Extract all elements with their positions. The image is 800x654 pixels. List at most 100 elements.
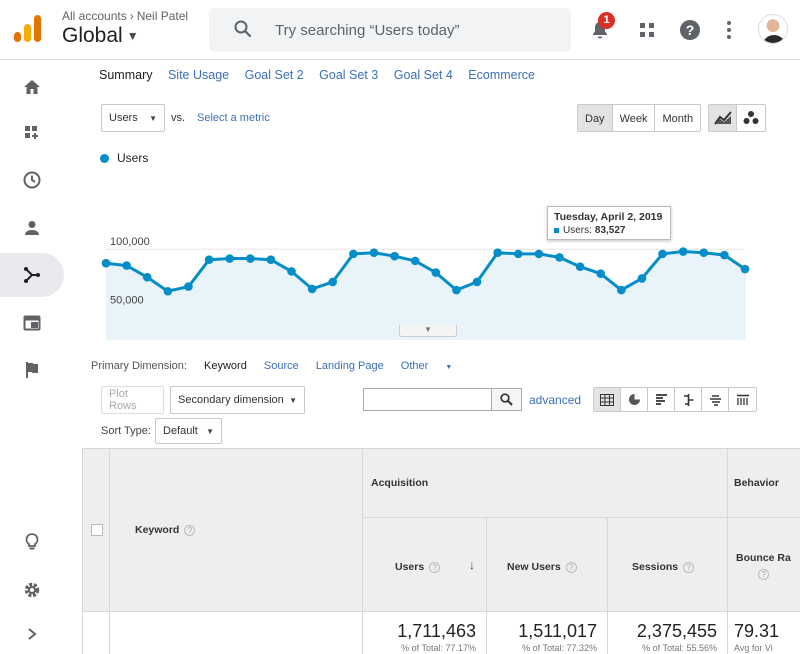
help-icon[interactable]: ? [184, 524, 196, 536]
view-performance-button[interactable] [648, 388, 675, 411]
data-point [266, 255, 276, 265]
chart-collapse-handle[interactable]: ▼ [399, 325, 457, 337]
tab-goal-set-3[interactable]: Goal Set 3 [319, 68, 378, 82]
data-point [452, 285, 461, 295]
nav-audience[interactable] [0, 206, 64, 250]
dimension-other[interactable]: Other ▼ [401, 360, 467, 372]
dimension-source[interactable]: Source [264, 360, 299, 372]
avatar[interactable] [758, 14, 788, 44]
view-pivot-button[interactable] [729, 388, 756, 411]
nav-conversions[interactable] [0, 348, 64, 392]
notifications-button[interactable]: 1 [586, 12, 615, 44]
keyword-column-header[interactable]: Keyword? [109, 448, 363, 612]
acquisition-icon [24, 267, 40, 283]
nav-behavior[interactable] [0, 301, 64, 345]
data-point [245, 254, 255, 263]
help-icon[interactable]: ? [565, 561, 577, 573]
range-month-button[interactable]: Month [655, 105, 700, 131]
data-point [596, 269, 606, 279]
search-bar[interactable] [209, 8, 571, 52]
top-bar: All accounts›Neil Patel Global▼ 1 ? [0, 0, 800, 60]
tab-site-usage[interactable]: Site Usage [168, 68, 229, 82]
users-total: 1,711,463 [397, 621, 476, 641]
data-point [163, 286, 173, 296]
motion-chart-button[interactable] [737, 105, 765, 131]
view-data-button[interactable] [594, 388, 621, 411]
dimension-landing-page[interactable]: Landing Page [316, 360, 384, 372]
dimension-keyword[interactable]: Keyword [204, 360, 247, 372]
data-point [142, 272, 152, 282]
select-metric-link[interactable]: Select a metric [197, 112, 270, 124]
bounce-rate-total: 79.31 [734, 621, 780, 641]
property-selector[interactable]: Global ▼ [62, 24, 139, 48]
advanced-filter-link[interactable]: advanced [529, 393, 581, 407]
data-point [658, 249, 667, 259]
users-total-cell: 1,711,463 % of Total: 77.17% [362, 611, 487, 654]
users-chart[interactable]: 100,00050,000 ...Mar 10Mar 14Mar 18Mar 2… [64, 160, 800, 340]
acquisition-group-header: Acquisition [362, 448, 728, 518]
data-point [225, 254, 234, 263]
analytics-logo-icon[interactable] [14, 14, 42, 44]
tab-goal-set-2[interactable]: Goal Set 2 [245, 68, 304, 82]
view-comparison-button[interactable] [675, 388, 702, 411]
bounce-rate-column-header[interactable]: Bounce Ra ? [727, 517, 800, 612]
more-options-button[interactable] [715, 16, 743, 44]
pivot-icon [736, 394, 749, 405]
chart-tooltip: Tuesday, April 2, 2019 Users: 83,527 [547, 206, 671, 240]
chart-type-toggle [708, 104, 766, 132]
primary-dimension-bar: Primary Dimension: Keyword Source Landin… [91, 360, 480, 372]
plot-rows-button[interactable]: Plot Rows [101, 386, 164, 414]
search-input[interactable] [275, 16, 555, 44]
nav-acquisition[interactable] [0, 253, 64, 297]
totals-keyword-cell [109, 611, 363, 654]
data-point [575, 262, 585, 272]
data-point [328, 277, 338, 287]
table-search-input[interactable] [364, 389, 490, 410]
breadcrumb[interactable]: All accounts › Neil Patel [62, 9, 188, 23]
behavior-group-header: Behavior [727, 448, 800, 518]
line-chart-button[interactable] [709, 105, 738, 131]
sessions-total-percent: % of Total: 55.56% [642, 643, 717, 653]
nav-expand[interactable] [0, 612, 64, 654]
data-point [349, 249, 358, 259]
help-icon[interactable]: ? [429, 561, 441, 573]
range-week-button[interactable]: Week [613, 105, 656, 131]
tab-goal-set-4[interactable]: Goal Set 4 [394, 68, 453, 82]
report-area: Summary Site Usage Goal Set 2 Goal Set 3… [64, 60, 800, 654]
metric-selector[interactable]: Users ▼ [101, 104, 165, 132]
sort-type-dropdown[interactable]: Default ▼ [155, 418, 222, 444]
table-search-button[interactable] [491, 389, 521, 410]
breadcrumb-account: All accounts [62, 9, 127, 23]
new-users-total: 1,511,017 [518, 621, 597, 641]
users-column-header[interactable]: Users? ↓ [362, 517, 487, 612]
select-all-checkbox[interactable] [91, 524, 103, 536]
sessions-column-header[interactable]: Sessions? [607, 517, 728, 612]
nav-customization[interactable] [0, 111, 64, 155]
sessions-total: 2,375,455 [636, 621, 717, 641]
data-point [390, 251, 399, 261]
apps-button[interactable] [633, 16, 661, 44]
nav-discover[interactable] [0, 520, 64, 564]
help-icon[interactable]: ? [683, 561, 695, 573]
more-vert-icon [727, 21, 731, 39]
new-users-column-header[interactable]: New Users? [486, 517, 608, 612]
view-term-cloud-button[interactable] [702, 388, 729, 411]
line-chart-icon [713, 111, 732, 125]
secondary-dimension-dropdown[interactable]: Secondary dimension ▼ [170, 386, 305, 414]
help-button[interactable]: ? [676, 16, 704, 44]
chevron-right-icon [28, 628, 37, 640]
data-point [287, 267, 296, 276]
help-icon[interactable]: ? [758, 569, 769, 580]
caret-down-icon: ▼ [126, 29, 139, 44]
report-tabs: Summary Site Usage Goal Set 2 Goal Set 3… [99, 68, 547, 82]
view-pie-button[interactable] [621, 388, 648, 411]
conversions-flag-icon [26, 362, 38, 378]
tab-summary[interactable]: Summary [99, 68, 152, 82]
svg-text:?: ? [686, 22, 695, 38]
range-day-button[interactable]: Day [578, 105, 613, 131]
tab-ecommerce[interactable]: Ecommerce [468, 68, 535, 82]
nav-realtime[interactable] [0, 158, 64, 202]
nav-admin[interactable] [0, 568, 64, 612]
nav-home[interactable] [0, 65, 64, 109]
term-cloud-icon [709, 394, 721, 406]
